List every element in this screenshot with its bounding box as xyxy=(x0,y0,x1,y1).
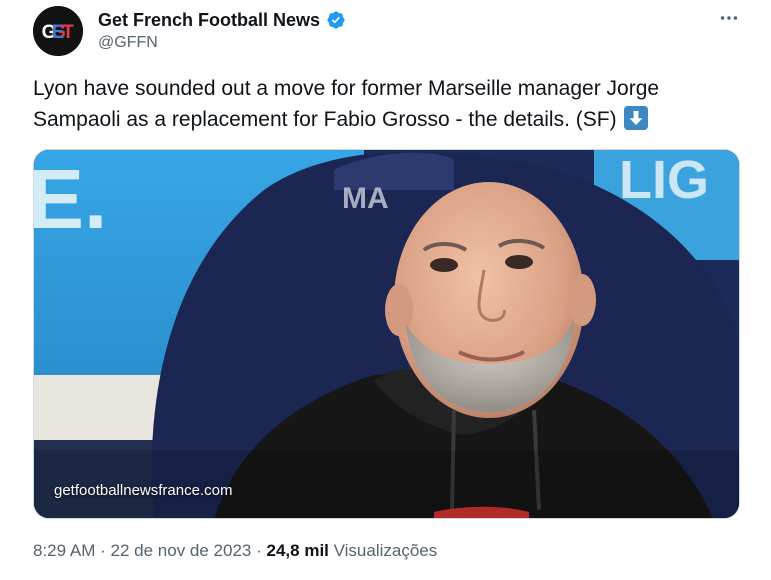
meta-separator: · xyxy=(100,541,106,560)
author-display-name[interactable]: Get French Football News xyxy=(98,10,320,31)
author-name-row: Get French Football News xyxy=(98,8,346,32)
author-handle[interactable]: @GFFN xyxy=(98,34,158,52)
views-count: 24,8 mil xyxy=(266,541,329,560)
more-options-button[interactable] xyxy=(712,5,746,31)
tweet-date[interactable]: 22 de nov de 2023 xyxy=(111,541,252,560)
tweet-card: G G E T Get French Football News @GFFN L… xyxy=(0,0,771,580)
photo-image: E. LIG MA xyxy=(34,150,739,518)
more-horizontal-icon xyxy=(720,16,738,20)
tweet-body: Lyon have sounded out a move for former … xyxy=(33,77,660,131)
down-arrow-emoji-icon xyxy=(624,106,649,130)
tweet-metadata: 8:29 AM · 22 de nov de 2023 · 24,8 mil V… xyxy=(33,541,437,561)
svg-text:LIG: LIG xyxy=(619,150,709,210)
views-label: Visualizações xyxy=(333,541,438,560)
meta-separator: · xyxy=(256,541,262,560)
tweet-time[interactable]: 8:29 AM xyxy=(33,541,95,560)
svg-text:MA: MA xyxy=(342,182,389,215)
author-avatar[interactable]: G G E T xyxy=(33,6,83,56)
svg-text:T: T xyxy=(62,22,74,43)
gffn-logo-icon: G G E T xyxy=(33,6,83,56)
verified-badge-icon[interactable] xyxy=(326,10,346,30)
svg-text:E.: E. xyxy=(34,152,107,246)
tweet-media-image[interactable]: E. LIG MA getfootballnewsfrance.com xyxy=(33,149,740,519)
tweet-text: Lyon have sounded out a move for former … xyxy=(33,73,733,135)
media-caption: getfootballnewsfrance.com xyxy=(54,482,233,499)
